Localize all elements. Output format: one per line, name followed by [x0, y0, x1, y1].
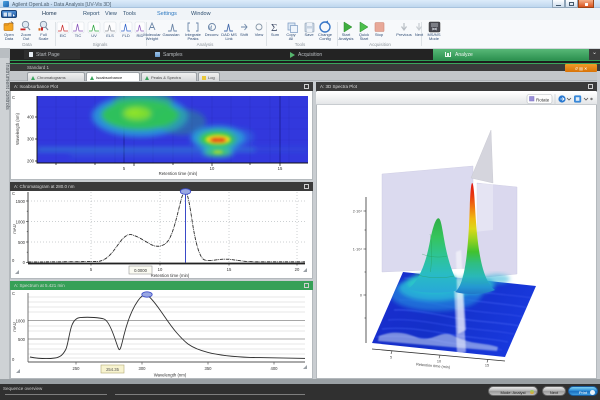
svg-text:2·10⁴: 2·10⁴: [353, 210, 363, 214]
svg-text:15: 15: [485, 364, 489, 368]
svg-text:M: M: [208, 26, 212, 32]
svg-text:5: 5: [123, 166, 126, 171]
svg-text:200: 200: [27, 159, 35, 164]
svg-text:C: C: [12, 191, 15, 196]
svg-text:0: 0: [12, 357, 15, 362]
svg-text:Rotate: Rotate: [536, 98, 550, 103]
svg-text:mAU: mAU: [12, 322, 17, 331]
svg-text:500: 500: [18, 337, 26, 342]
svg-text:15: 15: [278, 166, 283, 171]
svg-text:250: 250: [73, 366, 81, 371]
svg-text:Retention time (min): Retention time (min): [159, 171, 198, 176]
svg-text:254.35: 254.35: [106, 367, 119, 372]
svg-text:1000: 1000: [16, 319, 26, 324]
svg-text:400: 400: [271, 366, 279, 371]
svg-text:0: 0: [23, 260, 26, 265]
svg-text:5: 5: [90, 267, 93, 272]
svg-text:Retention time (min): Retention time (min): [151, 273, 190, 278]
svg-text:5: 5: [390, 356, 392, 360]
svg-text:0.0000: 0.0000: [134, 268, 147, 273]
svg-text:Wavelength (nm): Wavelength (nm): [154, 373, 187, 378]
svg-text:C: C: [12, 95, 15, 100]
svg-text:Retention time (min): Retention time (min): [416, 363, 451, 370]
svg-text:500: 500: [18, 240, 26, 245]
svg-text:20: 20: [295, 267, 300, 272]
svg-text:0: 0: [360, 294, 362, 298]
svg-text:1500: 1500: [16, 199, 26, 204]
svg-text:mAU: mAU: [12, 224, 17, 233]
svg-text:0: 0: [12, 258, 15, 263]
svg-text:15: 15: [227, 267, 232, 272]
svg-text:300: 300: [27, 137, 35, 142]
svg-text:10: 10: [210, 166, 215, 171]
svg-text:Wavelength (nm): Wavelength (nm): [15, 113, 20, 145]
svg-text:1000: 1000: [16, 220, 26, 225]
svg-text:10: 10: [158, 267, 163, 272]
svg-text:400: 400: [27, 115, 35, 120]
svg-text:300: 300: [139, 366, 147, 371]
svg-text:C: C: [12, 291, 15, 296]
svg-text:1·10⁴: 1·10⁴: [353, 248, 363, 252]
svg-text:350: 350: [205, 366, 213, 371]
svg-text:10: 10: [437, 360, 441, 364]
